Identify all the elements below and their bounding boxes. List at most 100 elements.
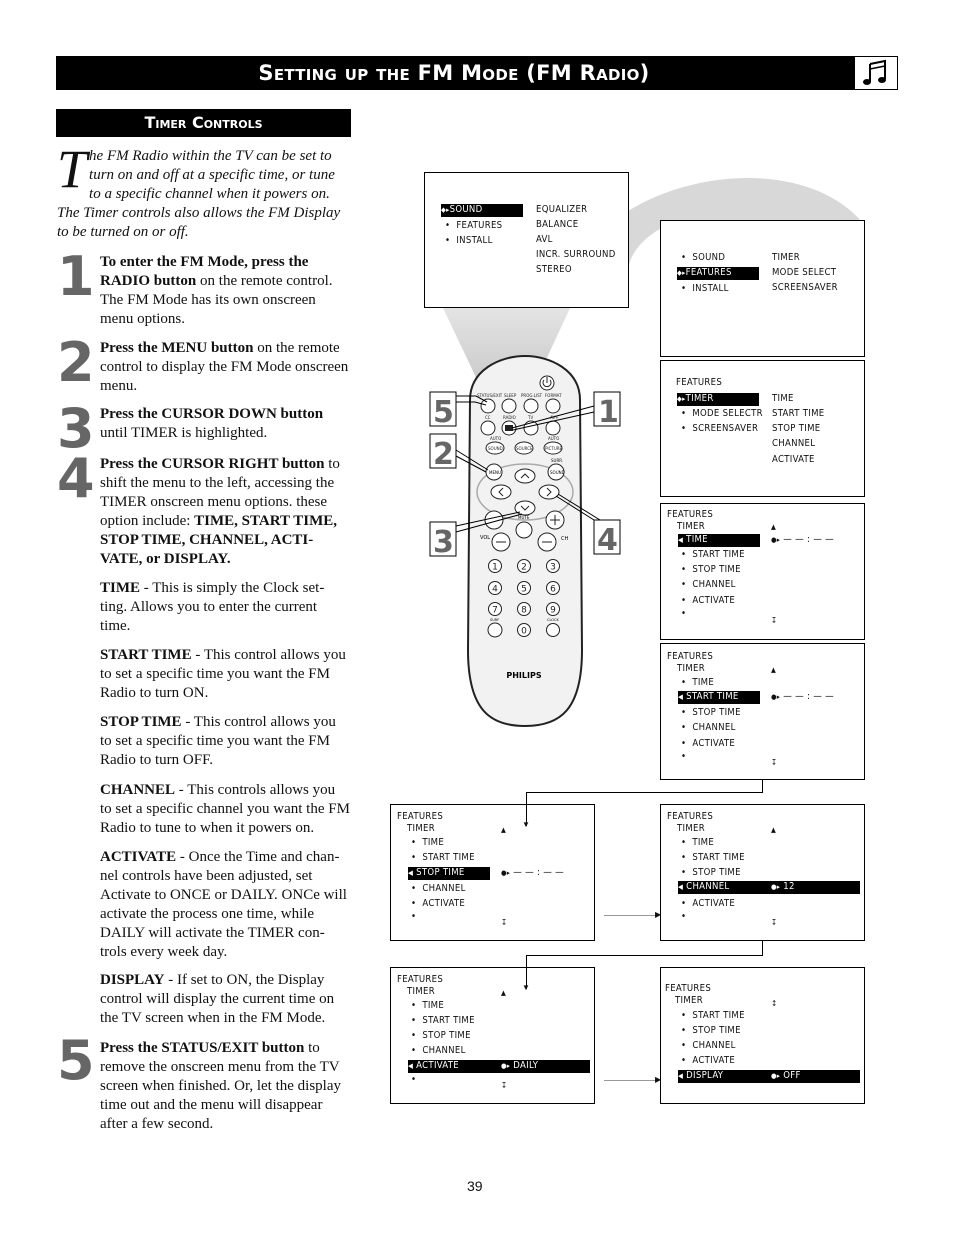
- timer-screen-channel: FEATURES TIMER ▲ TIME START TIME STOP TI…: [660, 804, 865, 941]
- section-title: Timer Controls: [144, 113, 263, 132]
- timer-screen-display: FEATURES TIMER ↕ START TIME STOP TIME CH…: [660, 967, 865, 1104]
- label-ch: CH: [561, 536, 568, 542]
- timer-screen-stop-time: FEATURES TIMER ▲ TIME START TIME ◀ STOP …: [390, 804, 595, 941]
- callout-4: 4: [597, 523, 618, 558]
- timer-item-empty: [681, 751, 692, 764]
- cursor-right-icon: ●▸: [501, 1062, 511, 1070]
- callout-2: 2: [433, 437, 454, 472]
- time-value[interactable]: ●▸ — — : — —: [771, 534, 834, 547]
- submenu-channel: CHANNEL: [772, 438, 816, 449]
- menu-item-mode-select[interactable]: MODE SELECTR: [681, 408, 763, 421]
- step-4-bold: Press the CURSOR RIGHT button: [100, 456, 325, 472]
- timer-item-time[interactable]: TIME: [411, 1000, 444, 1013]
- definition-channel: CHANNEL - This controls allows you to se…: [100, 781, 350, 838]
- step-2-text: Press the MENU button on the remote cont…: [100, 339, 350, 396]
- timer-item-start-time[interactable]: START TIME: [681, 1010, 745, 1023]
- left-arrow-icon: ◀: [408, 1062, 414, 1070]
- sleep-button[interactable]: [501, 398, 517, 414]
- timer-screen-activate: FEATURES TIMER ▲ TIME START TIME STOP TI…: [390, 967, 595, 1104]
- timer-item-stop-time[interactable]: STOP TIME: [681, 564, 741, 577]
- scroll-up-icon: ▲: [501, 989, 507, 997]
- av-button[interactable]: [545, 420, 561, 436]
- submenu-equalizer: EQUALIZER: [536, 204, 588, 215]
- drop-cap: T: [57, 139, 88, 199]
- digit-label: 2: [521, 563, 527, 573]
- start-time-value[interactable]: ●▸ — — : — —: [771, 691, 834, 704]
- timer-item-start-time-selected[interactable]: ◀ START TIME: [678, 691, 760, 704]
- cc-button[interactable]: [480, 420, 496, 436]
- surf-button[interactable]: [487, 622, 503, 638]
- timer-item-channel[interactable]: CHANNEL: [681, 1040, 736, 1053]
- scroll-down-icon: ↧: [501, 1081, 508, 1090]
- clock-button[interactable]: [546, 623, 560, 637]
- cursor-right-button[interactable]: [538, 484, 560, 500]
- menu-item-timer-selected[interactable]: ◆▸TIMER: [677, 393, 759, 406]
- term: ACTIVATE: [100, 849, 177, 865]
- submenu-stop-time: STOP TIME: [772, 423, 821, 434]
- menu-item-install[interactable]: INSTALL: [445, 235, 493, 248]
- label-vol: VOL: [480, 535, 490, 541]
- label-auto: AUTO: [548, 436, 559, 441]
- timer-item-activate[interactable]: ACTIVATE: [681, 738, 735, 751]
- timer-item-activate[interactable]: ACTIVATE: [681, 595, 735, 608]
- timer-item-time-selected[interactable]: ◀ TIME: [678, 534, 760, 547]
- timer-item-activate[interactable]: ACTIVATE: [681, 898, 735, 911]
- callout-5: 5: [433, 395, 454, 430]
- arrow-right-icon: ▶: [655, 910, 662, 919]
- step-5-text: Press the STATUS/EXIT button to remove t…: [100, 1039, 350, 1134]
- label-auto: AUTO: [490, 436, 501, 441]
- menu-item-sound[interactable]: SOUND: [681, 252, 725, 265]
- timer-item-display-selected[interactable]: ◀ DISPLAY ●▸ OFF: [678, 1070, 860, 1083]
- timer-item-stop-time[interactable]: STOP TIME: [681, 867, 741, 880]
- page-title: Setting up the FM Mode (FM Radio): [258, 61, 650, 85]
- timer-item-time[interactable]: TIME: [681, 837, 714, 850]
- radio-icon: [505, 425, 513, 431]
- cursor-right-icon: ●▸: [501, 869, 511, 877]
- timer-item-activate[interactable]: ACTIVATE: [411, 898, 465, 911]
- timer-item-activate[interactable]: ACTIVATE: [681, 1055, 735, 1068]
- menu-item-install[interactable]: INSTALL: [681, 283, 729, 296]
- stop-time-value[interactable]: ●▸ — — : — —: [501, 867, 564, 880]
- timer-item-start-time[interactable]: START TIME: [681, 852, 745, 865]
- scroll-up-icon: ▲: [501, 826, 507, 834]
- scroll-down-icon: ↧: [771, 918, 778, 927]
- timer-item-stop-time-selected[interactable]: ◀ STOP TIME: [408, 867, 490, 880]
- timer-item-channel[interactable]: CHANNEL: [681, 722, 736, 735]
- menu-item-features[interactable]: FEATURES: [445, 220, 502, 233]
- timer-item-start-time[interactable]: START TIME: [411, 852, 475, 865]
- menu-item-features-selected[interactable]: ◆▸FEATURES: [677, 267, 759, 280]
- cursor-up-button[interactable]: [514, 468, 536, 484]
- timer-item-channel-selected[interactable]: ◀ CHANNEL ●▸ 12: [678, 881, 860, 894]
- mute-button[interactable]: [515, 521, 533, 539]
- timer-item-activate-selected[interactable]: ◀ ACTIVATE ●▸ DAILY: [408, 1060, 590, 1073]
- timer-item-stop-time[interactable]: STOP TIME: [411, 1030, 471, 1043]
- timer-item-stop-time[interactable]: STOP TIME: [681, 1025, 741, 1038]
- page-header: Setting up the FM Mode (FM Radio): [56, 56, 898, 90]
- left-arrow-icon: ◀: [678, 883, 684, 891]
- cursor-left-button[interactable]: [490, 484, 512, 500]
- term: START TIME: [100, 647, 192, 663]
- step-1-text: To enter the FM Mode, press the RADIO bu…: [100, 253, 350, 329]
- timer-item-channel[interactable]: CHANNEL: [411, 1045, 466, 1058]
- scroll-down-icon: ↧: [771, 616, 778, 625]
- scroll-down-icon: ↧: [501, 918, 508, 927]
- format-button[interactable]: [545, 398, 561, 414]
- timer-item-channel[interactable]: CHANNEL: [681, 579, 736, 592]
- timer-item-time[interactable]: TIME: [681, 677, 714, 690]
- timer-item-empty: [411, 1074, 422, 1087]
- timer-item-channel[interactable]: CHANNEL: [411, 883, 466, 896]
- label-radio: RADIO: [503, 415, 516, 420]
- timer-item-start-time[interactable]: START TIME: [411, 1015, 475, 1028]
- menu-item-sound-selected[interactable]: ◆▸SOUND: [441, 204, 523, 217]
- scroll-up-icon: ▲: [771, 523, 777, 531]
- left-arrow-icon: ◀: [678, 536, 684, 544]
- status-exit-button[interactable]: [480, 398, 496, 414]
- timer-item-start-time[interactable]: START TIME: [681, 549, 745, 562]
- connector-line: [526, 792, 763, 793]
- timer-item-time[interactable]: TIME: [411, 837, 444, 850]
- timer-item-stop-time[interactable]: STOP TIME: [681, 707, 741, 720]
- menu-item-screensaver[interactable]: SCREENSAVER: [681, 423, 758, 436]
- step-3-bold: Press the CURSOR DOWN button: [100, 406, 324, 422]
- submenu-timer: TIMER: [772, 252, 800, 263]
- prog-list-button[interactable]: [523, 398, 539, 414]
